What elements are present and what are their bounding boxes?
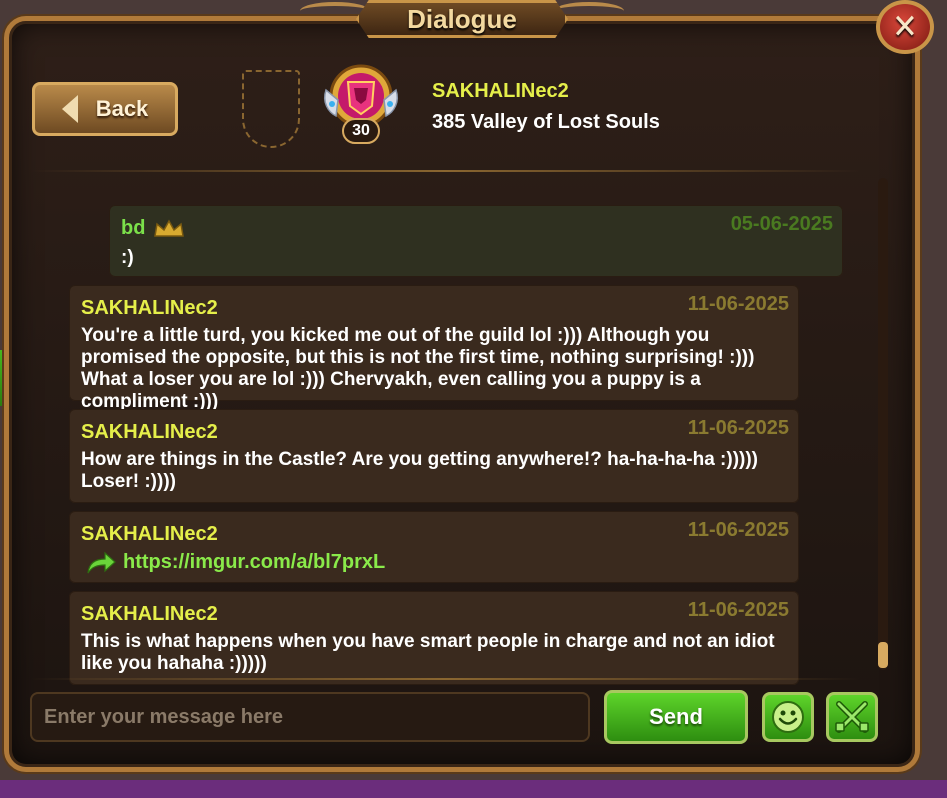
chat-scrollbar[interactable] <box>878 178 888 670</box>
chat-message: SAKHALINec2 11-06-2025 This is what happ… <box>69 591 799 685</box>
message-input[interactable] <box>30 692 590 742</box>
window-title-plate: Dialogue <box>356 0 568 38</box>
chat-message: SAKHALINec2 11-06-2025 How are things in… <box>69 409 799 503</box>
message-text: You're a little turd, you kicked me out … <box>81 325 755 412</box>
window-title: Dialogue <box>407 3 517 34</box>
send-button[interactable]: Send <box>604 690 748 744</box>
close-icon: ✕ <box>892 8 918 46</box>
message-author[interactable]: SAKHALINec2 <box>81 603 218 626</box>
message-date: 11-06-2025 <box>687 519 789 541</box>
message-author[interactable]: SAKHALINec2 <box>81 421 218 444</box>
back-arrow-icon <box>61 95 78 123</box>
chat-message: SAKHALINec2 11-06-2025 https://imgur.com… <box>69 511 799 583</box>
close-button[interactable]: ✕ <box>876 0 934 54</box>
message-link[interactable]: https://imgur.com/a/bl7prxL <box>123 551 385 574</box>
crossed-swords-icon <box>835 701 869 733</box>
message-date: 11-06-2025 <box>687 293 789 315</box>
chat-message: SAKHALINec2 11-06-2025 You're a little t… <box>69 285 799 412</box>
emoji-button[interactable] <box>762 692 814 742</box>
scrollbar-thumb[interactable] <box>878 642 888 668</box>
message-date: 11-06-2025 <box>687 417 789 439</box>
empty-emblem-slot <box>242 70 300 148</box>
message-text: How are things in the Castle? Are you ge… <box>81 449 759 492</box>
footer-divider <box>30 678 860 680</box>
message-text: This is what happens when you have smart… <box>81 631 775 674</box>
message-date: 11-06-2025 <box>687 599 789 621</box>
player-name[interactable]: SAKHALINec2 <box>432 80 569 103</box>
crown-icon <box>154 219 184 237</box>
guild-name[interactable]: 385 Valley of Lost Souls <box>432 111 660 134</box>
header-divider <box>30 170 860 172</box>
back-button[interactable]: Back <box>32 82 178 136</box>
message-author[interactable]: bd <box>121 217 145 240</box>
share-arrow-icon <box>87 551 116 574</box>
background-strip <box>0 780 947 798</box>
chat-area[interactable]: bd 05-06-2025 :) SAKHALINec2 11-06-2025 … <box>39 197 879 691</box>
message-author[interactable]: SAKHALINec2 <box>81 297 218 320</box>
mute-player-button[interactable] <box>826 692 878 742</box>
message-author[interactable]: SAKHALINec2 <box>81 523 218 546</box>
send-button-label: Send <box>649 704 703 729</box>
message-text: :) <box>121 247 134 268</box>
guild-level-badge: 30 <box>342 118 380 144</box>
smiley-icon <box>772 701 804 733</box>
chat-message: bd 05-06-2025 :) <box>109 205 843 277</box>
back-button-label: Back <box>95 96 149 121</box>
message-date: 05-06-2025 <box>730 213 833 235</box>
